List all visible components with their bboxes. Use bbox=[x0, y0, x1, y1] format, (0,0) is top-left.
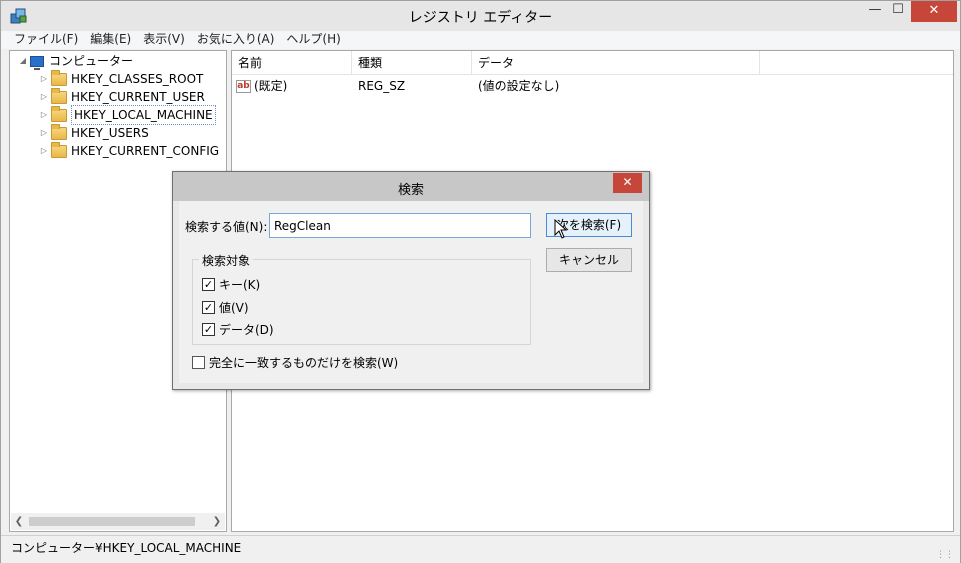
option-values-label: 値(V) bbox=[219, 300, 249, 315]
tree-item-label: コンピューター bbox=[49, 54, 134, 68]
column-header-type[interactable]: 種類 bbox=[352, 51, 472, 75]
dialog-close-button[interactable]: ✕ bbox=[613, 173, 642, 193]
checkbox-checked-icon[interactable]: ✓ bbox=[202, 277, 215, 291]
collapsed-arrow-icon[interactable]: ▷ bbox=[39, 106, 49, 124]
value-name-cell: ab (既定) bbox=[236, 77, 287, 95]
resize-grip-icon[interactable]: ⋮⋮ bbox=[936, 550, 954, 560]
option-data-label: データ(D) bbox=[219, 322, 274, 337]
cancel-button[interactable]: キャンセル bbox=[546, 248, 632, 272]
scroll-right-icon[interactable]: ❯ bbox=[209, 516, 225, 527]
collapsed-arrow-icon[interactable]: ▷ bbox=[39, 142, 49, 160]
scroll-left-icon[interactable]: ❮ bbox=[11, 516, 27, 527]
option-keys-label: キー(K) bbox=[219, 277, 261, 292]
checkbox-checked-icon[interactable]: ✓ bbox=[202, 300, 215, 314]
dialog-body: 検索する値(N): 次を検索(F) キャンセル 検索対象 ✓ キー(K) ✓ 値… bbox=[179, 201, 643, 383]
look-at-group: 検索対象 ✓ キー(K) ✓ 値(V) ✓ データ(D) bbox=[192, 252, 531, 345]
tree-item-label: HKEY_CURRENT_USER bbox=[71, 90, 205, 104]
dialog-title-bar: 検索 ✕ bbox=[173, 172, 649, 201]
tree-item-hku[interactable]: ▷ HKEY_USERS bbox=[39, 123, 149, 142]
option-keys[interactable]: ✓ キー(K) bbox=[202, 276, 260, 292]
checkbox-checked-icon[interactable]: ✓ bbox=[202, 322, 215, 336]
list-item[interactable]: ab (既定) REG_SZ (値の設定なし) bbox=[232, 77, 953, 95]
folder-icon bbox=[51, 105, 67, 122]
collapsed-arrow-icon[interactable]: ▷ bbox=[39, 70, 49, 88]
horizontal-scrollbar[interactable]: ❮ ❯ bbox=[11, 513, 225, 530]
match-whole-string-option[interactable]: 完全に一致するものだけを検索(W) bbox=[192, 354, 398, 371]
tree-item-hkcc[interactable]: ▷ HKEY_CURRENT_CONFIG bbox=[39, 141, 220, 160]
column-header-name[interactable]: 名前 bbox=[232, 51, 352, 75]
folder-icon bbox=[51, 87, 67, 104]
maximize-button[interactable]: ☐ bbox=[884, 1, 912, 22]
list-header: 名前 種類 データ bbox=[232, 51, 953, 75]
menu-bar: ファイル(F) 編集(E) 表示(V) お気に入り(A) ヘルプ(H) bbox=[1, 31, 960, 49]
tree-item-hkcu[interactable]: ▷ HKEY_CURRENT_USER bbox=[39, 87, 205, 106]
tree-item-label: HKEY_USERS bbox=[71, 126, 149, 140]
dialog-title: 検索 bbox=[397, 183, 424, 198]
menu-view[interactable]: 表示(V) bbox=[137, 31, 191, 49]
tree-item-label: HKEY_CLASSES_ROOT bbox=[71, 72, 204, 86]
value-data: (値の設定なし) bbox=[478, 79, 560, 93]
checkbox-unchecked-icon[interactable] bbox=[192, 356, 205, 369]
tree-item-computer[interactable]: ◢ コンピューター bbox=[18, 52, 133, 70]
tree-item-hklm[interactable]: ▷ HKEY_LOCAL_MACHINE bbox=[39, 105, 216, 125]
string-value-icon: ab bbox=[236, 80, 251, 93]
collapsed-arrow-icon[interactable]: ▷ bbox=[39, 124, 49, 142]
close-button[interactable]: ✕ bbox=[911, 1, 957, 22]
value-type: REG_SZ bbox=[358, 79, 406, 93]
status-bar: コンピューター¥HKEY_LOCAL_MACHINE ⋮⋮ bbox=[1, 535, 960, 563]
match-whole-string-label: 完全に一致するものだけを検索(W) bbox=[209, 356, 399, 370]
find-what-input[interactable] bbox=[269, 213, 531, 238]
mouse-cursor-icon bbox=[554, 219, 568, 239]
look-at-group-label: 検索対象 bbox=[199, 252, 254, 269]
folder-icon bbox=[51, 69, 67, 86]
window-title: レジストリ エディター bbox=[408, 10, 553, 26]
option-data[interactable]: ✓ データ(D) bbox=[202, 321, 274, 337]
expanded-arrow-icon[interactable]: ◢ bbox=[18, 52, 28, 70]
folder-icon bbox=[51, 123, 67, 140]
menu-help[interactable]: ヘルプ(H) bbox=[280, 31, 346, 49]
find-what-label: 検索する値(N): bbox=[185, 220, 268, 234]
title-bar: レジストリ エディター — ☐ ✕ bbox=[1, 1, 960, 31]
tree-item-hkcr[interactable]: ▷ HKEY_CLASSES_ROOT bbox=[39, 69, 204, 88]
option-values[interactable]: ✓ 値(V) bbox=[202, 299, 249, 315]
tree-item-label: HKEY_CURRENT_CONFIG bbox=[71, 144, 220, 158]
status-path: コンピューター¥HKEY_LOCAL_MACHINE bbox=[11, 541, 242, 555]
folder-icon bbox=[51, 141, 67, 158]
computer-icon bbox=[30, 55, 44, 70]
find-dialog: 検索 ✕ 検索する値(N): 次を検索(F) キャンセル 検索対象 ✓ キー(K… bbox=[172, 171, 650, 390]
tree-item-label-selected: HKEY_LOCAL_MACHINE bbox=[71, 105, 216, 125]
collapsed-arrow-icon[interactable]: ▷ bbox=[39, 88, 49, 106]
value-name: (既定) bbox=[254, 79, 288, 93]
menu-file[interactable]: ファイル(F) bbox=[1, 31, 84, 49]
menu-favorites[interactable]: お気に入り(A) bbox=[191, 31, 281, 49]
column-header-data[interactable]: データ bbox=[472, 51, 760, 75]
scroll-thumb[interactable] bbox=[29, 517, 195, 526]
menu-edit[interactable]: 編集(E) bbox=[84, 31, 137, 49]
